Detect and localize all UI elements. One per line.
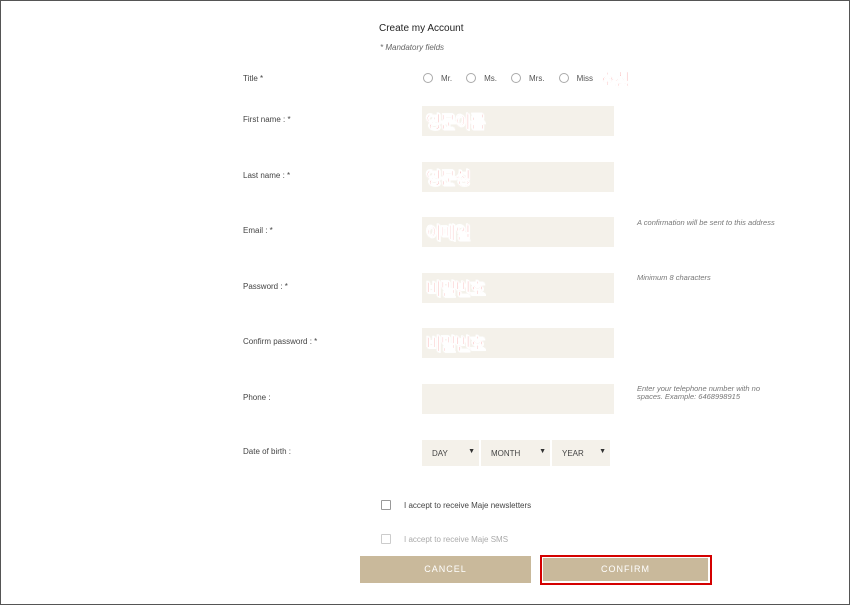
email-label: Email : * [243,226,273,235]
sms-checkbox-row[interactable]: I accept to receive Maje SMS [381,534,508,544]
annotation-last-name: 영문성 [426,169,472,190]
radio-mr-label: Mr. [441,73,453,83]
radio-circle[interactable] [511,73,521,83]
dob-day-select[interactable]: DAY ▼ [422,440,479,466]
dob-month-select[interactable]: MONTH ▼ [481,440,550,466]
confirm-button[interactable]: CONFIRM [543,558,708,581]
chevron-down-icon: ▼ [599,448,606,455]
last-name-label: Last name : * [243,171,291,180]
title-label: Title * [243,74,264,83]
annotation-confirm-password: 비밀번호 [426,335,486,356]
radio-circle[interactable] [466,73,477,83]
mandatory-note: * Mandatory fields [380,43,445,52]
cancel-button[interactable]: CANCEL [360,556,531,583]
phone-input[interactable] [422,384,614,414]
dob-month-value: MONTH [491,449,521,458]
password-hint: Minimum 8 characters [637,273,711,282]
annotation-title: 호칭 [600,71,631,92]
phone-label: Phone : [243,393,271,402]
annotation-first-name: 영문이름 [426,113,486,134]
radio-miss-label: Miss [576,73,594,83]
newsletter-checkbox-row[interactable]: I accept to receive Maje newsletters [381,500,531,510]
phone-hint: Enter your telephone number with no spac… [637,385,760,401]
newsletter-checkbox[interactable] [381,500,391,510]
sms-label: I accept to receive Maje SMS [404,534,509,544]
dob-day-value: DAY [432,449,448,458]
email-hint: A confirmation will be sent to this addr… [637,218,775,227]
radio-mr[interactable]: Mr. [423,73,452,83]
radio-circle[interactable] [423,73,433,83]
radio-mrs-label: Mrs. [529,73,545,83]
chevron-down-icon: ▼ [539,448,546,455]
phone-hint-line2: spaces. Example: 6468998915 [637,392,740,401]
confirm-password-label: Confirm password : * [243,337,318,346]
dob-label: Date of birth : [243,447,292,456]
radio-ms-label: Ms. [484,73,497,83]
page-title: Create my Account [379,23,464,34]
chevron-down-icon: ▼ [468,448,475,455]
annotation-password: 비밀번호 [426,280,486,301]
first-name-label: First name : * [243,115,291,124]
password-label: Password : * [243,282,288,291]
title-radio-group: Mr. Ms. Mrs. Miss [423,71,599,85]
radio-ms[interactable]: Ms. [466,73,497,83]
radio-mrs[interactable]: Mrs. [511,73,545,83]
radio-miss[interactable]: Miss [558,73,594,83]
newsletter-label: I accept to receive Maje newsletters [404,500,532,510]
dob-year-select[interactable]: YEAR ▼ [552,440,610,466]
radio-circle[interactable] [558,73,569,83]
sms-checkbox[interactable] [381,534,391,544]
annotation-email: 이메일 [426,224,472,245]
dob-year-value: YEAR [562,449,584,458]
